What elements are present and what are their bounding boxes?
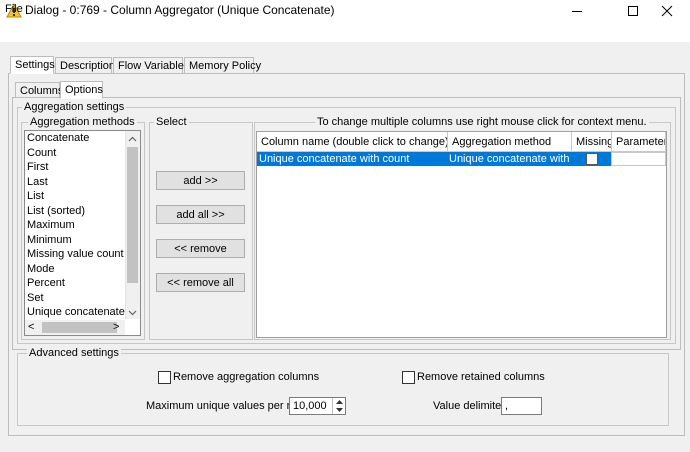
tab-settings[interactable]: Settings <box>10 56 55 74</box>
tab-description[interactable]: Description <box>55 57 115 74</box>
tab-flow-variables[interactable]: Flow Variables <box>113 57 189 74</box>
list-item[interactable]: First <box>27 161 48 173</box>
add-all-button[interactable]: add all >> <box>156 205 245 224</box>
tab-memory-policy[interactable]: Memory Policy <box>184 57 261 74</box>
menu-bar <box>0 22 690 42</box>
menu-file[interactable]: File <box>5 3 23 15</box>
remove-aggregation-columns-checkbox[interactable] <box>158 371 171 384</box>
max-unique-values-input[interactable]: 10,000 <box>293 400 327 412</box>
spinner-up-icon[interactable] <box>333 398 346 406</box>
select-label: Select <box>154 116 189 128</box>
minimize-button[interactable] <box>554 0 600 22</box>
advanced-settings-label: Advanced settings <box>27 347 121 359</box>
list-item[interactable]: Mode <box>27 263 55 275</box>
missing-checkbox[interactable] <box>586 153 598 165</box>
list-item[interactable]: Count <box>27 147 56 159</box>
list-item[interactable]: Missing value count <box>27 248 124 260</box>
column-header-parameter[interactable]: Parameter <box>612 132 666 152</box>
methods-horizontal-scroll-thumb[interactable] <box>42 322 117 333</box>
table-cell-method[interactable]: Unique concatenate with ... <box>447 152 572 166</box>
list-item[interactable]: Minimum <box>27 234 72 246</box>
max-unique-values-label: Maximum unique values per row <box>146 400 305 412</box>
table-hint-text: To change multiple columns use right mou… <box>315 116 649 128</box>
scroll-left-icon[interactable]: < <box>28 321 34 333</box>
remove-retained-columns-label: Remove retained columns <box>417 371 545 383</box>
maximize-icon <box>628 6 638 16</box>
spinner-arrows[interactable] <box>332 398 345 414</box>
value-delimiter-input[interactable]: , <box>505 400 508 412</box>
column-header-method[interactable]: Aggregation method <box>448 132 572 152</box>
remove-all-button[interactable]: << remove all <box>156 273 245 292</box>
window-title: Dialog - 0:769 - Column Aggregator (Uniq… <box>25 3 335 17</box>
list-item[interactable]: Unique concatenate <box>27 306 125 318</box>
column-header-missing[interactable]: Missing <box>572 132 612 152</box>
scroll-up-icon[interactable] <box>127 134 138 146</box>
add-button[interactable]: add >> <box>156 171 245 190</box>
methods-vertical-scroll-thumb[interactable] <box>127 147 138 283</box>
list-item[interactable]: Maximum <box>27 219 75 231</box>
remove-button[interactable]: << remove <box>156 239 245 258</box>
scroll-down-icon[interactable] <box>127 308 138 320</box>
close-button[interactable] <box>644 0 690 22</box>
spinner-down-icon[interactable] <box>333 406 346 414</box>
list-item[interactable]: Set <box>27 292 44 304</box>
aggregation-settings-label: Aggregation settings <box>22 101 127 113</box>
scroll-right-icon[interactable]: > <box>113 321 119 333</box>
column-header-name[interactable]: Column name (double click to change) <box>257 132 448 152</box>
advanced-settings-group <box>17 353 669 426</box>
table-cell-column-name[interactable]: Unique concatenate with count <box>257 152 447 166</box>
list-item[interactable]: Percent <box>27 277 65 289</box>
list-item[interactable]: List <box>27 190 44 202</box>
aggregation-methods-list[interactable]: Concatenate Count First Last List List (… <box>24 130 141 336</box>
aggregation-methods-label: Aggregation methods <box>28 116 137 128</box>
tab-columns[interactable]: Columns <box>15 82 63 98</box>
minimize-icon <box>572 11 582 12</box>
select-group <box>149 122 253 340</box>
tab-options[interactable]: Options <box>60 81 103 99</box>
close-icon <box>661 5 673 17</box>
list-item[interactable]: Last <box>27 176 48 188</box>
list-item[interactable]: List (sorted) <box>27 205 85 217</box>
remove-retained-columns-checkbox[interactable] <box>402 371 415 384</box>
list-item[interactable]: Concatenate <box>27 132 89 144</box>
value-delimiter-label: Value delimiter <box>433 400 505 412</box>
table-cell-parameter[interactable] <box>611 152 666 166</box>
remove-aggregation-columns-label: Remove aggregation columns <box>173 371 320 383</box>
